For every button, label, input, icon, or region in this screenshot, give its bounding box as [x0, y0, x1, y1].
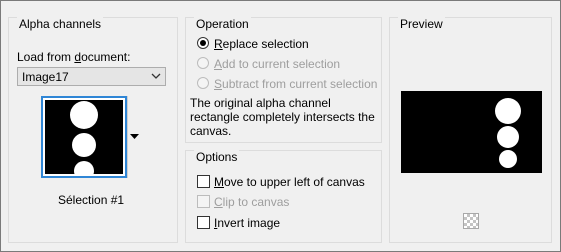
load-from-document-label: Load from document:	[17, 50, 131, 64]
document-select[interactable]: Image17	[17, 67, 166, 86]
transparency-checker-icon[interactable]	[463, 213, 479, 229]
chevron-down-icon	[151, 73, 161, 79]
preview-image	[401, 91, 542, 173]
check-clip-to-canvas-label: Clip to canvas	[214, 195, 290, 209]
options-title: Options	[194, 150, 240, 164]
check-invert-image-label: Invert image	[214, 216, 281, 230]
dropdown-arrow-icon	[130, 134, 139, 139]
alpha-channels-title: Alpha channels	[17, 17, 104, 31]
operation-info-text: The original alpha channel rectangle com…	[190, 96, 375, 138]
thumbnail-image	[70, 101, 98, 174]
radio-replace-selection-label: Replace selection	[214, 37, 309, 51]
alpha-channel-thumbnail[interactable]	[41, 96, 127, 178]
document-select-value: Image17	[22, 70, 69, 84]
preview-drawing	[495, 98, 521, 168]
selection-name-label: Sélection #1	[58, 193, 125, 207]
check-move-upper-left-label: Move to upper left of canvas	[214, 175, 365, 189]
operation-title: Operation	[194, 17, 251, 31]
thumbnail-dropdown-button[interactable]	[127, 96, 141, 178]
radio-add-selection-label: Add to current selection	[214, 57, 341, 71]
preview-title: Preview	[398, 17, 445, 31]
radio-subtract-selection-label: Subtract from current selection	[214, 77, 378, 91]
